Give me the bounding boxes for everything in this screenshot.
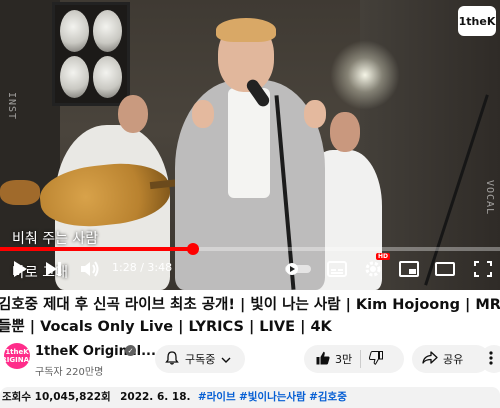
video-side-text-left: INST <box>6 92 17 121</box>
subtitles-icon[interactable] <box>326 259 348 279</box>
volume-icon[interactable] <box>80 259 102 279</box>
time-display: 1:28 / 3:48 <box>112 261 172 274</box>
hashtag-link[interactable]: #라이브 <box>198 391 236 403</box>
time-separator: / <box>136 261 148 274</box>
fullscreen-icon[interactable] <box>472 259 494 279</box>
bell-icon <box>165 350 179 368</box>
video-frame-hand <box>192 100 214 128</box>
duration: 3:48 <box>147 261 173 274</box>
thumbs-down-icon[interactable] <box>369 350 384 368</box>
miniplayer-icon[interactable] <box>398 259 420 279</box>
video-frame-window <box>52 2 130 106</box>
share-label: 공유 <box>443 353 464 366</box>
description-box[interactable]: 조회수 10,045,822회 2022. 6. 18. #라이브 #빛이나는사… <box>0 387 500 408</box>
channel-row: 1theK ORIGINALS 1theK Original... ✓ 구독자 … <box>0 341 500 379</box>
chevron-down-icon <box>221 353 231 366</box>
view-count: 조회수 10,045,822회 <box>2 391 111 403</box>
autoplay-toggle-icon[interactable] <box>284 259 312 279</box>
like-count: 3만 <box>335 353 353 366</box>
like-divider <box>360 350 362 368</box>
avatar[interactable]: 1theK ORIGINALS <box>0 343 39 369</box>
video-frame-guitarist-head <box>118 95 148 133</box>
video-frame-percussionist-head <box>330 112 360 152</box>
lyrics-line-1: 비춰 주는 사람 <box>12 231 99 247</box>
theater-icon[interactable] <box>434 259 456 279</box>
hd-badge: HD <box>376 253 391 260</box>
channel-watermark-logo: 1theK <box>458 6 496 36</box>
next-icon[interactable] <box>44 259 64 279</box>
video-side-text-right: VOCAL <box>484 180 495 216</box>
upload-date: 2022. 6. 18. <box>120 391 191 403</box>
current-time: 1:28 <box>112 261 137 274</box>
video-frame-light <box>330 40 400 110</box>
thumbs-up-icon <box>316 351 330 368</box>
video-frame-hand <box>304 100 326 128</box>
settings-icon[interactable] <box>362 259 384 279</box>
video-title: 김호중 제대 후 신곡 라이브 최초 공개! | 빛이 나는 사람 | Kim … <box>0 294 500 338</box>
more-actions-button[interactable] <box>480 345 500 373</box>
hashtag-link[interactable]: #빛이나는사람 <box>239 391 306 403</box>
hashtag-link[interactable]: #김호중 <box>309 391 347 403</box>
channel-name[interactable]: 1theK Original... <box>35 344 156 359</box>
subscribe-label: 구독중 <box>185 353 216 366</box>
subscriber-count: 구독자 220만명 <box>35 367 104 378</box>
video-frame-singer-hair <box>216 18 276 42</box>
video-player[interactable]: INST VOCAL 1theK 비춰 주는 사람 바로 그대 1:28 / 3… <box>0 0 500 290</box>
play-icon[interactable] <box>10 259 30 279</box>
video-title-text: 김호중 제대 후 신곡 라이브 최초 공개! | 빛이 나는 사람 | Kim … <box>0 297 500 335</box>
like-button[interactable]: 3만 <box>316 351 352 368</box>
more-dots-icon <box>489 350 493 368</box>
subscribe-button[interactable]: 구독중 <box>155 345 245 373</box>
like-dislike-group: 3만 <box>304 345 404 373</box>
verified-check-icon: ✓ <box>125 345 136 356</box>
player-controls: 1:28 / 3:48 HD <box>0 251 500 287</box>
video-frame-guitar-edge <box>0 180 40 205</box>
share-button[interactable]: 공유 <box>412 345 490 373</box>
share-icon <box>422 351 438 367</box>
